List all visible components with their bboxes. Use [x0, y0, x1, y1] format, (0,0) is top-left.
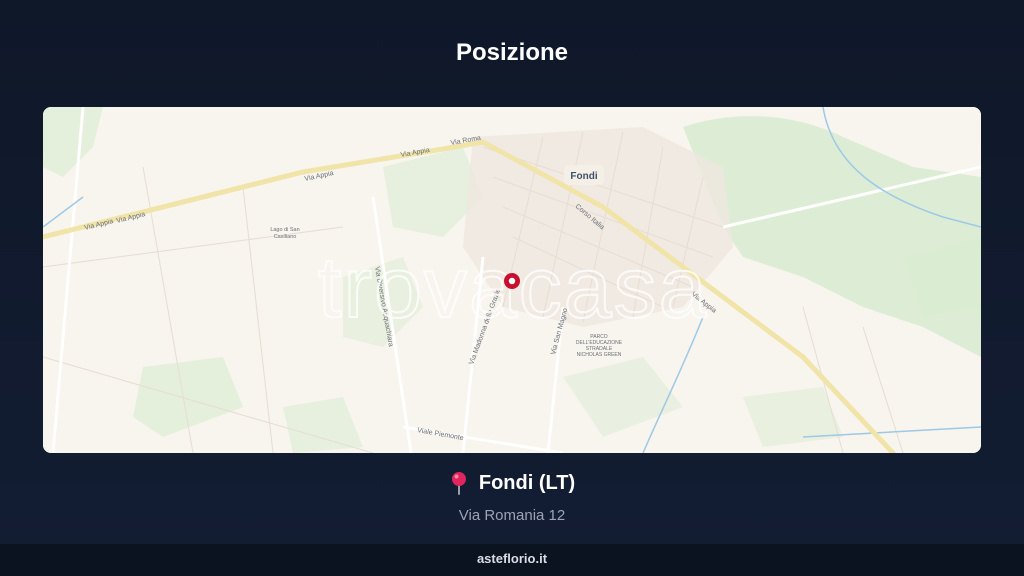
poi-lago-line2: Casiliano — [274, 234, 297, 240]
map-view[interactable]: Via Appia Via Appia Via Appia Via Appia … — [43, 107, 981, 453]
footer-brand: asteflorio.it — [0, 544, 1024, 576]
page: Posizione Via Appia Via Appia Via Appia … — [0, 0, 1024, 576]
page-title: Posizione — [455, 39, 569, 66]
poi-parco-line4: NICHOLAS GREEN — [577, 352, 622, 358]
location-city: Fondi (LT) — [478, 472, 576, 494]
city-label: Fondi — [570, 171, 597, 182]
location-address: Via Romania 12 — [458, 507, 566, 524]
location-info: Fondi (LT) Via Romania 12 — [0, 470, 1024, 526]
location-marker-icon[interactable] — [504, 273, 520, 289]
poi-lago-line1: Lago di San — [270, 227, 299, 233]
map-canvas[interactable]: Via Appia Via Appia Via Appia Via Appia … — [43, 107, 981, 453]
location-title: Fondi (LT) — [449, 470, 575, 496]
round-pushpin-icon — [449, 471, 469, 495]
